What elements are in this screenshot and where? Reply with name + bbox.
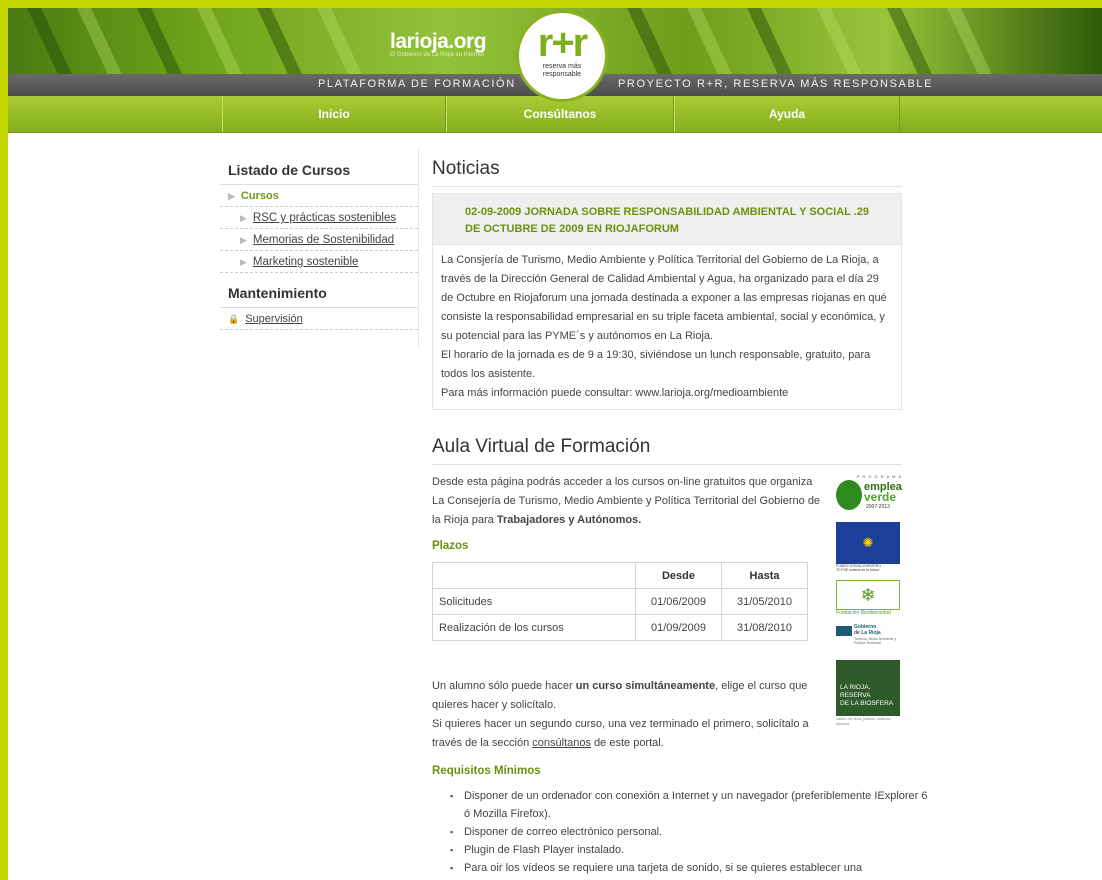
emplea-e-mark <box>836 480 862 510</box>
page: PLATAFORMA DE FORMACIÓN PROYECTO R+R, RE… <box>8 8 1102 880</box>
requirements-title: Requisitos Mínimos <box>432 765 541 777</box>
biodiversidad-logo: ❄ Fundación Biodiversidad <box>836 580 902 616</box>
news-body: La Consjería de Turismo, Medio Ambiente … <box>433 245 901 409</box>
requirements-list: Disponer de un ordenador con conexión a … <box>432 787 934 877</box>
triangle-right-icon: ▶ <box>240 257 247 267</box>
sidebar-link-supervision-label: Supervisión <box>245 313 303 325</box>
strip-right-text: PROYECTO R+R, RESERVA MÁS RESPONSABLE <box>618 78 934 90</box>
sidebar-item-cursos[interactable]: ▶ Cursos <box>220 185 418 207</box>
reserva-biosfera-logo: LA RIOJA, RESERVA DE LA BIOSFERA valles … <box>836 660 902 726</box>
table-cell: Solicitudes <box>432 588 636 615</box>
table-cell: 31/08/2010 <box>721 614 808 641</box>
news-item: 02-09-2009 JORNADA SOBRE RESPONSABILIDAD… <box>432 193 902 410</box>
strip-left-text: PLATAFORMA DE FORMACIÓN <box>318 78 516 90</box>
sidebar-link-supervision[interactable]: 🔒 Supervisión <box>220 308 418 330</box>
triangle-right-icon: ▶ <box>240 213 247 223</box>
sidebar-heading-maintenance: Mantenimiento <box>220 281 418 308</box>
table-header: Hasta <box>721 562 808 589</box>
biosfera-label-4: valles del leza, jubera, cidacos, alhama <box>836 716 892 726</box>
larioja-logo[interactable]: larioja.org El Gobierno de La Rioja en I… <box>390 30 487 58</box>
lock-icon: 🔒 <box>228 314 240 324</box>
biosfera-label-3: DE LA BIOSFERA <box>840 700 894 707</box>
note-text-2b: de este portal. <box>591 737 664 749</box>
main-content: Noticias 02-09-2009 JORNADA SOBRE RESPON… <box>432 158 928 877</box>
triangle-right-icon: ▶ <box>240 235 247 245</box>
rr-logo-caption-1: reserva más <box>542 63 582 70</box>
biosfera-label-2: RESERVA <box>840 692 871 699</box>
plazos-table: Desde Hasta Solicitudes 01/06/2009 31/05… <box>432 562 808 641</box>
consultanos-link[interactable]: consúltanos <box>532 737 591 749</box>
news-paragraph-2: El horario de la jornada es de 9 a 19:30… <box>441 349 871 380</box>
fse-label-2: "El FSE invierte en tu futuro" <box>836 568 881 572</box>
list-item: Para oir los vídeos se requiere una tarj… <box>450 859 934 877</box>
emplea-verde-logo: P R O G R A M A emplea verde 2007-2013 <box>836 474 902 514</box>
sidebar-link-marketing-label: Marketing sostenible <box>252 256 359 268</box>
emplea-years: 2007-2013 <box>866 504 890 510</box>
gobierno-crest-icon <box>836 626 852 636</box>
fse-logo: ✺ FONDO SOCIAL EUROPEO "El FSE invierte … <box>836 522 902 572</box>
nav-ayuda[interactable]: Ayuda <box>674 96 900 132</box>
sidebar-heading-courses: Listado de Cursos <box>220 158 418 185</box>
news-paragraph-1: La Consjería de Turismo, Medio Ambiente … <box>441 254 887 342</box>
news-title: Noticias <box>432 158 902 187</box>
biosfera-label-1: LA RIOJA, <box>840 684 871 691</box>
table-cell: 01/06/2009 <box>635 588 722 615</box>
column-divider <box>418 148 419 348</box>
table-cell: Realización de los cursos <box>432 614 636 641</box>
gobierno-rioja-logo: Gobierno de La Rioja Turismo, Medio Ambi… <box>836 624 902 652</box>
plazos-title: Plazos <box>432 540 469 552</box>
news-paragraph-3: Para más información puede consultar: ww… <box>441 387 789 399</box>
sidebar-link-rsc[interactable]: ▶ RSC y prácticas sostenibles <box>220 207 418 229</box>
larioja-logo-name: larioja.org <box>390 30 487 53</box>
table-header-row: Desde Hasta <box>432 562 808 589</box>
nav-inicio[interactable]: Inicio <box>222 96 446 132</box>
aula-title: Aula Virtual de Formación <box>432 436 902 465</box>
aula-intro-bold: Trabajadores y Autónomos. <box>496 514 642 526</box>
gobierno-label-2: de La Rioja <box>854 630 881 636</box>
note-text-1a: Un alumno sólo puede hacer <box>432 680 576 692</box>
sidebar-link-marketing[interactable]: ▶ Marketing sostenible <box>220 251 418 273</box>
rr-logo-mark: r+r <box>537 21 589 65</box>
sidebar-link-memorias[interactable]: ▶ Memorias de Sostenibilidad <box>220 229 418 251</box>
rr-logo[interactable]: r+r reserva más responsable <box>516 10 608 102</box>
table-cell: 01/09/2009 <box>635 614 722 641</box>
sidebar-link-memorias-label: Memorias de Sostenibilidad <box>252 234 395 246</box>
sidebar-item-cursos-label: Cursos <box>240 190 279 202</box>
sidebar-link-rsc-label: RSC y prácticas sostenibles <box>252 212 397 224</box>
partner-logos: P R O G R A M A emplea verde 2007-2013 ✺… <box>836 474 902 734</box>
table-header <box>432 562 636 589</box>
biodiversidad-label: Fundación Biodiversidad <box>836 610 891 616</box>
table-row: Realización de los cursos 01/09/2009 31/… <box>432 614 808 641</box>
table-cell: 31/05/2010 <box>721 588 808 615</box>
table-header: Desde <box>635 562 722 589</box>
gobierno-label-3: Turismo, Medio Ambiente y Política Terri… <box>854 637 897 645</box>
aula-note: Un alumno sólo puede hacer un curso simu… <box>432 677 832 753</box>
sidebar: Listado de Cursos ▶ Cursos ▶ RSC y práctic… <box>220 158 418 330</box>
list-item: Plugin de Flash Player instalado. <box>450 841 934 859</box>
emplea-program-label: P R O G R A M A <box>856 474 902 479</box>
grass-icon: ❄ <box>836 580 900 610</box>
verde-word: verde <box>864 490 897 504</box>
table-row: Solicitudes 01/06/2009 31/05/2010 <box>432 588 808 615</box>
aula-intro: Desde esta página podrás acceder a los c… <box>432 473 822 530</box>
list-item: Disponer de un ordenador con conexión a … <box>450 787 934 823</box>
news-headline: 02-09-2009 JORNADA SOBRE RESPONSABILIDAD… <box>433 194 901 245</box>
triangle-right-icon: ▶ <box>228 191 235 201</box>
note-bold: un curso simultáneamente <box>575 680 716 692</box>
eu-flag-icon: ✺ <box>836 522 900 564</box>
larioja-logo-tagline: El Gobierno de La Rioja en Internet <box>390 52 485 58</box>
list-item: Disponer de correo electrónico personal. <box>450 823 934 841</box>
rr-logo-caption-2: responsable <box>542 71 582 78</box>
